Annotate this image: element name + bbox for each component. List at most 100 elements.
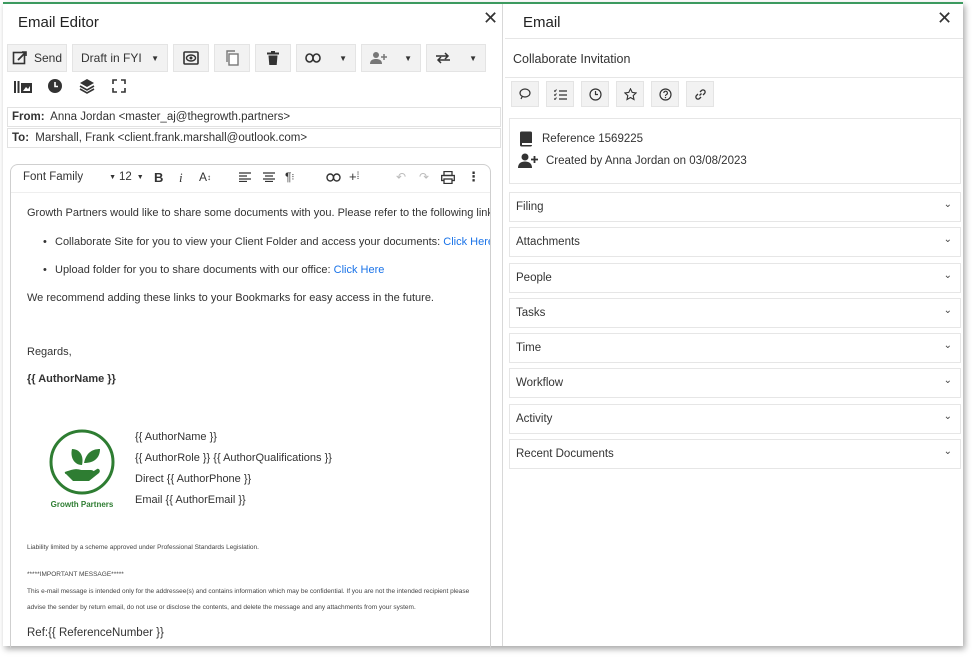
- copy-link-button[interactable]: [686, 81, 714, 107]
- book-icon: [520, 131, 532, 147]
- email-subject: Collaborate Invitation: [513, 52, 631, 66]
- font-family-label: Font Family: [23, 171, 84, 183]
- tasks-button[interactable]: [546, 81, 574, 107]
- disclaimer-line-2: advise the sender by return email, do no…: [27, 604, 416, 611]
- caret-down-icon: ▼: [339, 53, 347, 63]
- section-people[interactable]: People ⌄: [509, 263, 961, 293]
- from-field[interactable]: From: Anna Jordan <master_aj@thegrowth.p…: [7, 107, 501, 127]
- comment-button[interactable]: [511, 81, 539, 107]
- section-label: Tasks: [516, 307, 546, 319]
- signature-email: Email {{ AuthorEmail }}: [135, 494, 246, 506]
- list-icon[interactable]: [263, 172, 275, 182]
- section-filing[interactable]: Filing ⌄: [509, 192, 961, 222]
- collaborate-link[interactable]: Click Here: [443, 236, 490, 248]
- caret-down-icon: ▼: [469, 53, 477, 63]
- editor-toolbar: Send Draft in FYI ▼ ▼ ▼ ▼: [7, 44, 491, 72]
- font-size-select[interactable]: 12 ▼: [119, 171, 144, 183]
- important-heading: *****IMPORTANT MESSAGE*****: [27, 571, 124, 578]
- chevron-down-icon: ⌄: [943, 234, 952, 245]
- link-icon: [305, 53, 321, 63]
- favourite-button[interactable]: [616, 81, 644, 107]
- section-tasks[interactable]: Tasks ⌄: [509, 298, 961, 328]
- fullscreen-button[interactable]: [103, 72, 135, 100]
- clock-icon: [588, 87, 602, 101]
- from-value: Anna Jordan <master_aj@thegrowth.partner…: [50, 111, 291, 123]
- section-workflow[interactable]: Workflow ⌄: [509, 368, 961, 398]
- add-user-icon: [518, 153, 538, 168]
- history-button[interactable]: [581, 81, 609, 107]
- redo-icon[interactable]: ↷: [419, 170, 429, 184]
- liability-text: Liability limited by a scheme approved u…: [27, 544, 259, 551]
- email-details-panel: Email ✕ Collaborate Invitation Reference…: [505, 4, 963, 646]
- send-button[interactable]: Send: [7, 44, 67, 72]
- regards-text: Regards,: [27, 346, 72, 358]
- section-label: Filing: [516, 201, 544, 213]
- chevron-down-icon: ⌄: [943, 305, 952, 316]
- upload-link[interactable]: Click Here: [334, 264, 385, 276]
- disclaimer-line-1: This e-mail message is intended only for…: [27, 588, 470, 595]
- undo-icon[interactable]: ↶: [396, 170, 406, 184]
- formatting-toolbar: Font Family ▼ 12 ▼ B i A ↕ ¶ ⁝ + ⁞ ↶ ↷ ⋮: [11, 165, 490, 193]
- help-button[interactable]: [651, 81, 679, 107]
- chevron-down-icon: ⌄: [943, 340, 952, 351]
- preview-button[interactable]: [173, 44, 209, 72]
- section-time[interactable]: Time ⌄: [509, 333, 961, 363]
- action-icon-row: [511, 81, 721, 107]
- layers-button[interactable]: [71, 72, 103, 100]
- copy-button[interactable]: [214, 44, 250, 72]
- bold-icon[interactable]: B: [154, 170, 163, 185]
- section-label: Recent Documents: [516, 448, 614, 460]
- rich-text-editor[interactable]: Font Family ▼ 12 ▼ B i A ↕ ¶ ⁝ + ⁞ ↶ ↷ ⋮…: [10, 164, 491, 648]
- insert-icon[interactable]: + ⁞: [349, 169, 359, 184]
- email-editor-panel: Email Editor ✕ Send Draft in FYI ▼ ▼ ▼ ▼…: [3, 4, 503, 648]
- close-details-button[interactable]: ✕: [937, 9, 952, 27]
- bullet-text: Upload folder for you to share documents…: [55, 264, 331, 276]
- panel-title: Email Editor: [18, 14, 99, 31]
- delete-button[interactable]: [255, 44, 291, 72]
- help-icon: [658, 87, 672, 101]
- checklist-icon: [553, 88, 567, 100]
- caret-down-icon: ▼: [109, 173, 117, 181]
- section-recent-documents[interactable]: Recent Documents ⌄: [509, 439, 961, 469]
- section-label: Workflow: [516, 377, 564, 389]
- logo-text: Growth Partners: [50, 500, 114, 509]
- more-options-icon[interactable]: ⋮: [467, 169, 480, 185]
- to-field[interactable]: To: Marshall, Frank <client.frank.marsha…: [7, 128, 501, 148]
- reference-line: Reference 1569225: [518, 131, 643, 147]
- comment-icon: [519, 88, 531, 100]
- section-attachments[interactable]: Attachments ⌄: [509, 227, 961, 257]
- bullet-item-collaborate: Collaborate Site for you to view your Cl…: [43, 236, 490, 248]
- app-window: Email Editor ✕ Send Draft in FYI ▼ ▼ ▼ ▼…: [3, 2, 963, 648]
- signature-phone: Direct {{ AuthorPhone }}: [135, 473, 252, 485]
- close-editor-button[interactable]: ✕: [483, 9, 498, 27]
- assign-dropdown[interactable]: ▼: [361, 44, 421, 72]
- paragraph-icon[interactable]: ¶ ⁝: [285, 170, 294, 184]
- insert-link-icon[interactable]: [326, 173, 341, 182]
- link-dropdown[interactable]: ▼: [296, 44, 356, 72]
- section-activity[interactable]: Activity ⌄: [509, 404, 961, 434]
- library-button[interactable]: [7, 72, 39, 100]
- created-line: Created by Anna Jordan on 03/08/2023: [518, 153, 747, 169]
- text-size-icon[interactable]: A ↕: [199, 170, 211, 184]
- panel-title: Email: [523, 14, 561, 31]
- italic-icon[interactable]: i: [179, 170, 183, 186]
- company-logo: Growth Partners: [45, 429, 119, 509]
- caret-down-icon: ▼: [151, 53, 159, 63]
- draft-dropdown[interactable]: Draft in FYI ▼: [72, 44, 168, 72]
- clock-icon: [48, 79, 62, 93]
- send-label: Send: [33, 51, 63, 65]
- transfer-dropdown[interactable]: ▼: [426, 44, 486, 72]
- leaf-hand-icon: [49, 429, 115, 495]
- link-icon: [694, 88, 706, 100]
- time-button[interactable]: [39, 72, 71, 100]
- caret-down-icon: ▼: [404, 53, 412, 63]
- star-icon: [623, 87, 637, 101]
- chevron-down-icon: ⌄: [943, 446, 952, 457]
- font-family-select[interactable]: Font Family ▼: [23, 171, 116, 183]
- align-left-icon[interactable]: [239, 172, 251, 182]
- copy-icon: [226, 50, 239, 66]
- author-name: {{ AuthorName }}: [27, 373, 116, 385]
- chevron-down-icon: ⌄: [943, 270, 952, 281]
- section-label: Attachments: [516, 236, 580, 248]
- print-icon[interactable]: [441, 171, 455, 184]
